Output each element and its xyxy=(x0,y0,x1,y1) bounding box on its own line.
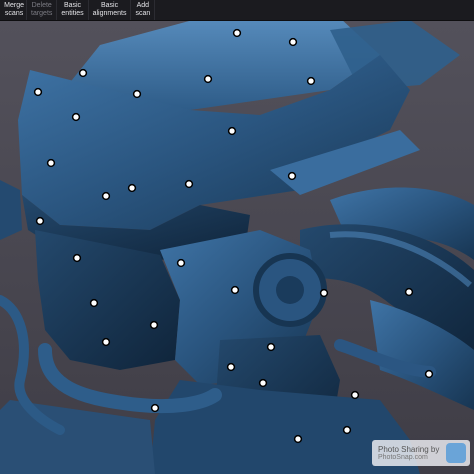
watermark-logo-icon xyxy=(446,443,466,463)
delete-targets-button[interactable]: Delete targets xyxy=(27,0,58,20)
merge-scans-button[interactable]: Merge scans xyxy=(0,0,27,20)
target-marker xyxy=(72,253,82,263)
target-marker xyxy=(149,320,159,330)
target-marker xyxy=(266,342,276,352)
basic-alignments-button[interactable]: Basic alignments xyxy=(89,0,132,20)
watermark-text: Photo Sharing by PhotoSnap.com xyxy=(372,445,439,462)
target-marker xyxy=(35,216,45,226)
target-marker xyxy=(288,37,298,47)
basic-entities-button[interactable]: Basic entities xyxy=(57,0,89,20)
pulley-hub xyxy=(276,276,304,304)
add-scan-button[interactable]: Add scan xyxy=(131,0,156,20)
target-marker xyxy=(89,298,99,308)
target-marker xyxy=(350,390,360,400)
target-marker xyxy=(132,89,142,99)
target-marker xyxy=(127,183,137,193)
watermark-line-2: PhotoSnap.com xyxy=(378,453,428,461)
target-marker xyxy=(293,434,303,444)
target-marker xyxy=(258,378,268,388)
scan-toolbar: Merge scans Delete targets Basic entitie… xyxy=(0,0,474,21)
target-marker xyxy=(101,337,111,347)
target-marker xyxy=(176,258,186,268)
target-marker xyxy=(226,362,236,372)
target-marker xyxy=(227,126,237,136)
3d-scan-viewport[interactable] xyxy=(0,0,474,474)
target-marker xyxy=(71,112,81,122)
target-marker xyxy=(184,179,194,189)
target-marker xyxy=(78,68,88,78)
target-marker xyxy=(101,191,111,201)
target-marker xyxy=(424,369,434,379)
target-marker xyxy=(150,403,160,413)
target-marker xyxy=(232,28,242,38)
target-marker xyxy=(404,287,414,297)
target-marker xyxy=(46,158,56,168)
target-marker xyxy=(342,425,352,435)
photo-sharing-watermark: Photo Sharing by PhotoSnap.com xyxy=(372,440,470,466)
target-marker xyxy=(287,171,297,181)
target-marker xyxy=(230,285,240,295)
target-marker xyxy=(33,87,43,97)
target-marker xyxy=(203,74,213,84)
target-marker xyxy=(306,76,316,86)
watermark-line-1: Photo Sharing by xyxy=(378,444,440,454)
target-marker xyxy=(319,288,329,298)
